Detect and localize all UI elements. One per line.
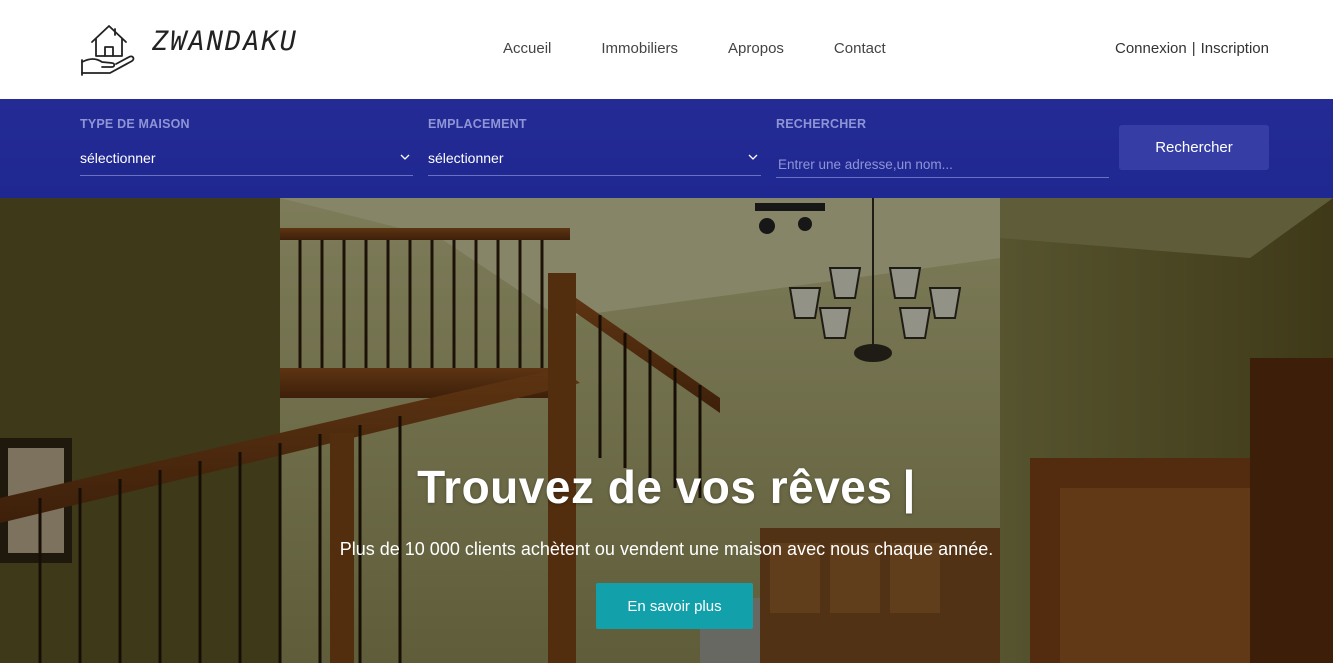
search-bar: TYPE DE MAISON sélectionner EMPLACEMENT … [0, 99, 1333, 198]
house-type-label: TYPE DE MAISON [80, 117, 190, 131]
learn-more-button[interactable]: En savoir plus [596, 583, 753, 629]
login-link[interactable]: Connexion [1115, 40, 1187, 57]
house-type-field: TYPE DE MAISON sélectionner [80, 117, 413, 176]
nav-item-accueil[interactable]: Accueil [503, 40, 551, 57]
auth-links: Connexion | Inscription [1115, 40, 1269, 57]
site-header: ZWANDAKU Accueil Immobiliers Apropos Con… [0, 0, 1333, 99]
location-select[interactable]: sélectionner [428, 150, 761, 176]
search-input[interactable] [776, 153, 1109, 175]
chevron-down-icon [400, 154, 410, 160]
location-field: EMPLACEMENT sélectionner [428, 117, 761, 176]
brand-logo[interactable]: ZWANDAKU [80, 20, 298, 78]
auth-separator: | [1191, 40, 1196, 57]
hero-title: Trouvez de vos rêves | [0, 460, 1333, 514]
house-type-select[interactable]: sélectionner [80, 150, 413, 176]
nav-item-contact[interactable]: Contact [834, 40, 886, 57]
query-field: RECHERCHER [776, 117, 1109, 178]
nav-item-immobiliers[interactable]: Immobiliers [601, 40, 678, 57]
register-link[interactable]: Inscription [1201, 40, 1269, 57]
location-label: EMPLACEMENT [428, 117, 527, 131]
search-button[interactable]: Rechercher [1119, 125, 1269, 170]
nav-item-apropos[interactable]: Apropos [728, 40, 784, 57]
query-label: RECHERCHER [776, 117, 867, 131]
hero-subtitle: Plus de 10 000 clients achètent ou vende… [339, 539, 994, 559]
house-in-hand-icon [81, 25, 135, 76]
chevron-down-icon [748, 154, 758, 160]
house-type-value: sélectionner [80, 150, 156, 166]
query-input-wrap [776, 153, 1109, 178]
hero-section: Trouvez de vos rêves | Plus de 10 000 cli… [0, 198, 1333, 663]
brand-name: ZWANDAKU [152, 25, 299, 57]
location-value: sélectionner [428, 150, 504, 166]
typing-caret: | [902, 461, 916, 513]
hero-title-text: Trouvez de vos rêves [417, 461, 893, 513]
main-nav: Accueil Immobiliers Apropos Contact [503, 40, 936, 57]
